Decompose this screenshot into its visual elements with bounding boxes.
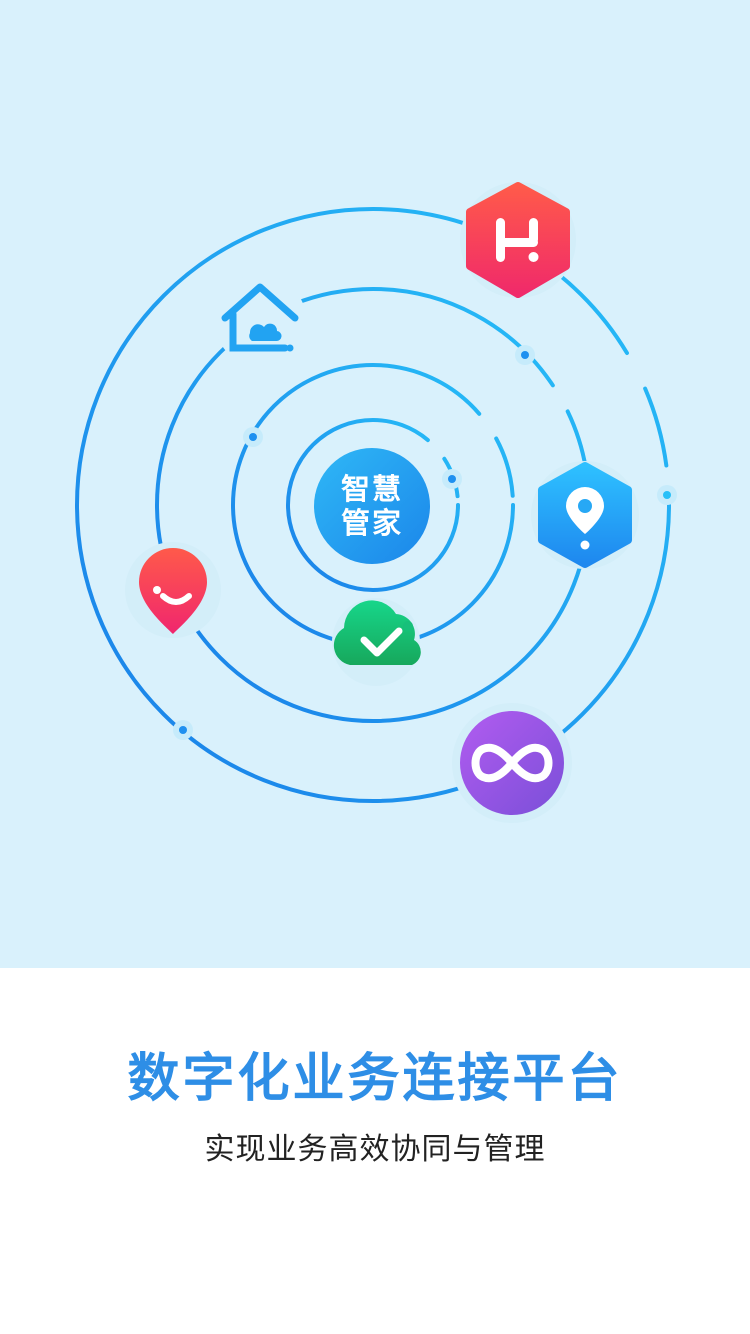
cloud-check-icon — [332, 598, 421, 686]
h-hexagon-icon — [460, 182, 576, 298]
onboarding-headline: 数字化业务连接平台 — [127, 1049, 623, 1109]
hub-badge: 智慧 管家 — [314, 448, 430, 564]
hero-illustration: 智慧 管家 — [0, 0, 750, 968]
smile-pin-icon — [125, 542, 221, 638]
infinity-icon — [452, 703, 572, 823]
hub-label-line1: 智慧 — [340, 472, 403, 506]
onboarding-subline: 实现业务高效协同与管理 — [204, 1132, 546, 1167]
hub-label-line2: 管家 — [340, 506, 403, 540]
home-cloud-icon — [214, 274, 306, 366]
location-pin-icon — [531, 461, 639, 569]
